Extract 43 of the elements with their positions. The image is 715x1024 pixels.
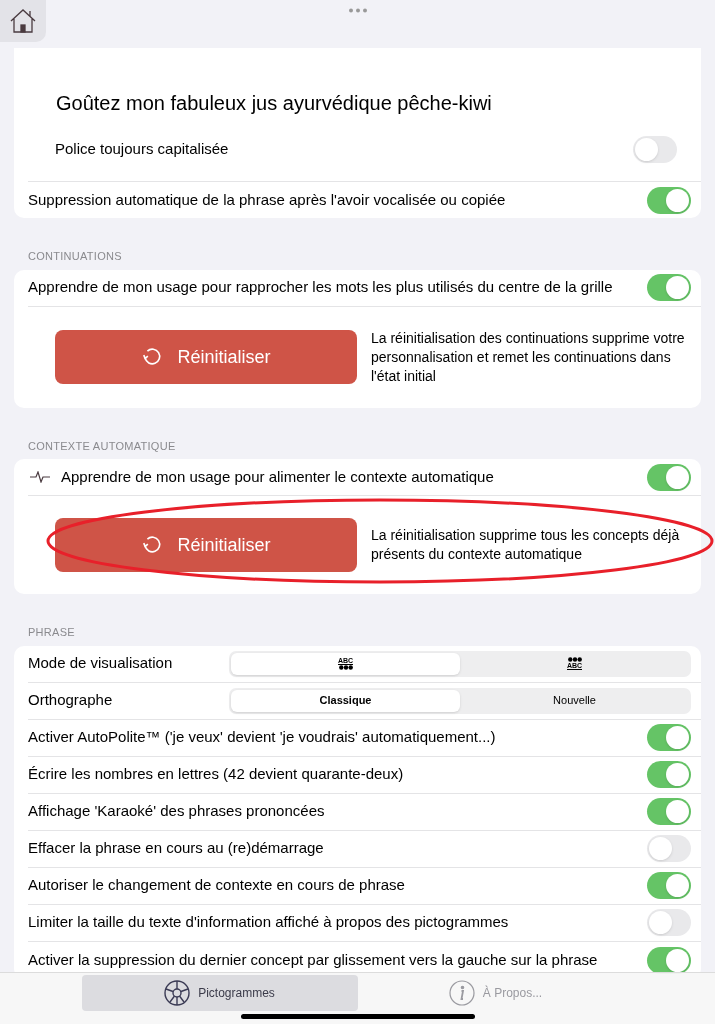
reset-description: La réinitialisation des continuations supprime votre personnalisation et remet les continuations dans l'état initial: [371, 328, 686, 386]
dots-icon: [338, 665, 353, 670]
toggle-switch[interactable]: [647, 761, 691, 788]
home-icon: [9, 8, 37, 34]
setting-label: Activer AutoPolite™ ('je veux' devient 'je voudrais' automatiquement...): [28, 727, 497, 748]
section-header: CONTINUATIONS: [27, 249, 123, 264]
toggle-switch[interactable]: [647, 872, 691, 899]
setting-label: Limiter la taille du texte d'information affiché à propos des pictogrammes: [28, 912, 510, 933]
wheel-icon: [164, 980, 191, 1006]
setting-label: Apprendre de mon usage pour alimenter le contexte automatique: [61, 466, 495, 487]
toggle-switch[interactable]: [647, 798, 691, 825]
toggle-switch[interactable]: [647, 946, 691, 974]
tab-item[interactable]: Pictogrammes: [81, 975, 358, 1011]
phrase-preview: Goûtez mon fabuleux jus ayurvédique pêche-kiwi: [55, 91, 493, 116]
reset-description: La réinitialisation supprime tous les concepts déjà présents du contexte automatique: [371, 526, 681, 564]
toggle-switch[interactable]: [647, 909, 691, 936]
section-header: CONTEXTE AUTOMATIQUE: [27, 438, 177, 454]
home-button[interactable]: [0, 0, 46, 42]
reset-button[interactable]: Réinitialiser: [55, 518, 357, 572]
setting-label: Mode de visualisation: [28, 653, 174, 674]
toggle-switch[interactable]: [647, 724, 691, 751]
setting-label: Écrire les nombres en lettres (42 devient quarante-deux): [28, 764, 405, 785]
setting-label: Apprendre de mon usage pour rapprocher les mots les plus utilisés du centre de la grille: [28, 277, 614, 298]
info-icon: [448, 980, 475, 1006]
setting-label: Effacer la phrase en cours au (re)démarrage: [28, 838, 325, 859]
toggle-switch[interactable]: [647, 463, 691, 491]
setting-label: Autoriser le changement de contexte en cours de phrase: [28, 875, 406, 896]
segment-option[interactable]: Nouvelle: [460, 689, 689, 712]
more-icon[interactable]: [348, 8, 368, 13]
toggle-switch[interactable]: [647, 274, 691, 301]
reset-button[interactable]: Réinitialiser: [55, 330, 357, 384]
setting-label: Activer la suppression du dernier concept par glissement vers la gauche sur la phrase: [28, 949, 599, 970]
setting-label: Affichage 'Karaoké' des phrases prononcées: [28, 801, 326, 822]
setting-label: Police toujours capitalisée: [55, 139, 230, 160]
pulse-icon: [30, 471, 50, 483]
segment-option[interactable]: Classique: [231, 689, 460, 712]
setting-label: Suppression automatique de la phrase après l'avoir vocalisée ou copiée: [28, 189, 507, 210]
toggle-switch[interactable]: [633, 136, 677, 163]
setting-label: Orthographe: [28, 690, 114, 711]
section-header: PHRASE: [27, 625, 76, 640]
toggle-switch[interactable]: [647, 835, 691, 862]
dots-icon: [567, 657, 582, 662]
toggle-switch[interactable]: [647, 186, 691, 214]
